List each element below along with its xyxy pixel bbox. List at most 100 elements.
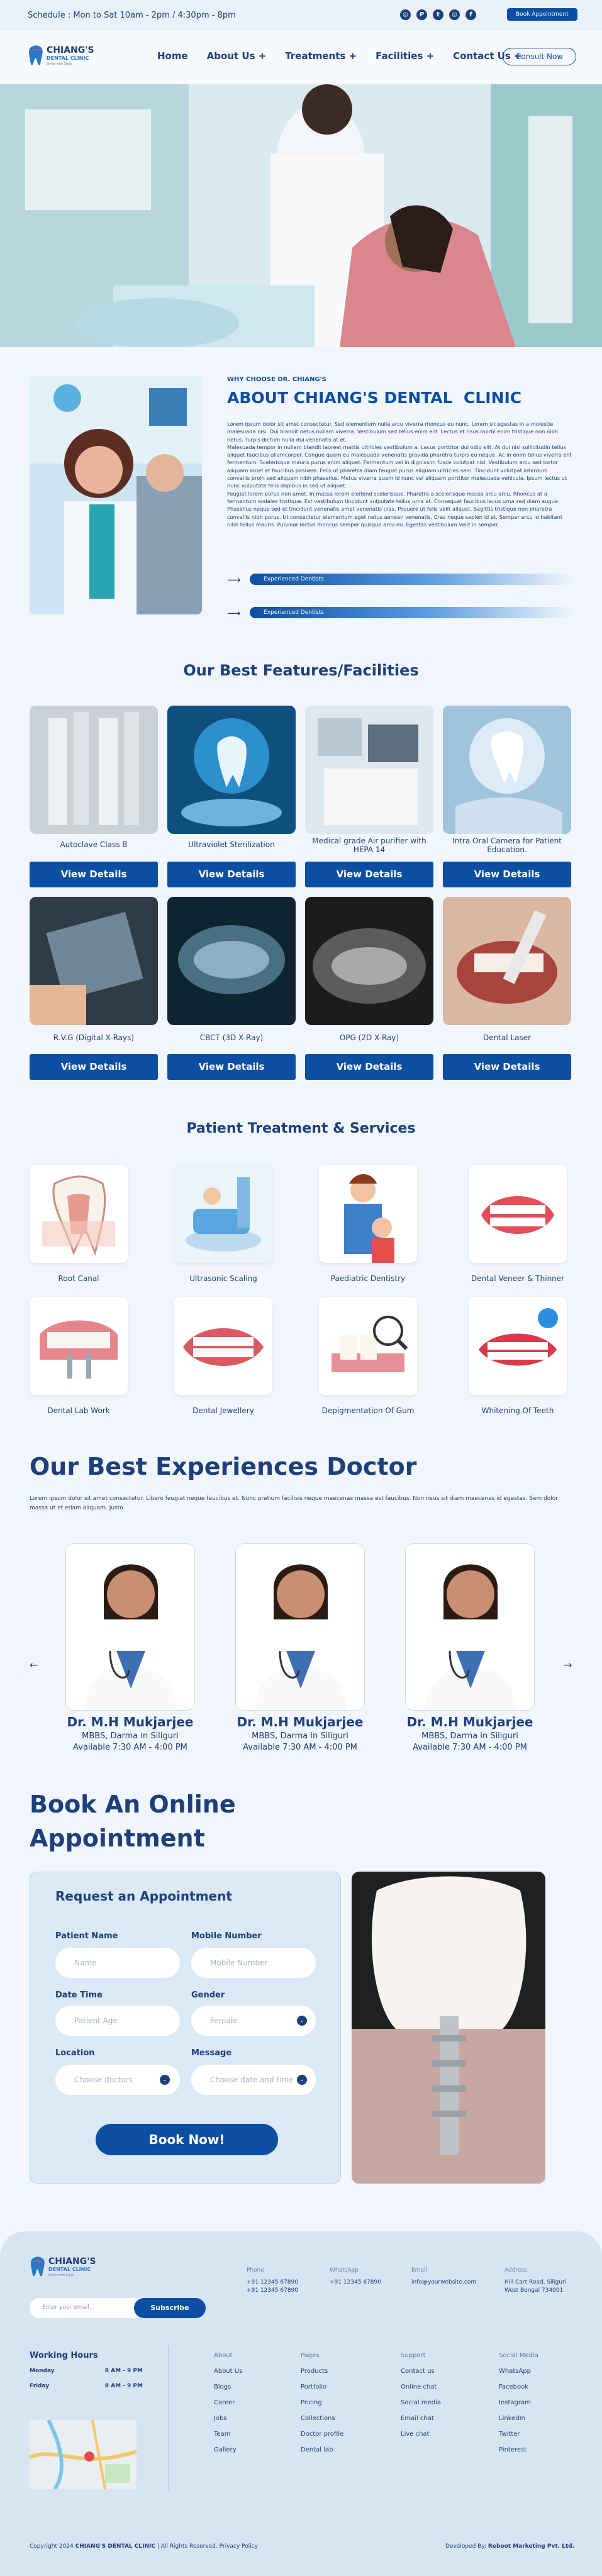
view-details-button[interactable]: View Details xyxy=(167,1054,296,1080)
contact-value[interactable]: info@yourwebsite.com xyxy=(411,2279,476,2287)
booking-title: Book An Online Appointment xyxy=(30,1787,236,1855)
logo[interactable]: CHIANG'S DENTAL CLINIC Smile with Style xyxy=(28,45,97,70)
footer-link[interactable]: Career xyxy=(214,2399,242,2406)
footer-link[interactable]: Twitter xyxy=(499,2431,538,2438)
service-caption: Ultrasonic Scaling xyxy=(189,1274,257,1283)
chevron-down-icon[interactable]: ⌄ xyxy=(297,2075,307,2085)
contact-value[interactable]: +91 12345 67890 xyxy=(247,2287,298,2295)
nav-about[interactable]: About Us + xyxy=(207,50,267,62)
service-image-veneer xyxy=(469,1165,567,1263)
footer-link[interactable]: Doctor profile xyxy=(301,2431,343,2438)
service-image-paediatric xyxy=(319,1165,417,1263)
contact-heading: Address xyxy=(504,2267,527,2273)
subscribe-button[interactable]: Subscribe xyxy=(134,2298,206,2318)
chevron-down-icon[interactable]: ⌄ xyxy=(160,2075,170,2085)
arrow-right-icon: ⟶ xyxy=(227,608,241,619)
date-time-input[interactable]: Patient Age xyxy=(55,2006,180,2036)
footer-link[interactable]: Pricing xyxy=(301,2399,343,2406)
feature-image-cbct xyxy=(167,897,296,1025)
feature-image-air-purifier xyxy=(305,706,433,834)
logo-tag: Smile with Style xyxy=(47,62,72,66)
doctor-degree: MBBS, Darma in Siliguri xyxy=(252,1731,348,1741)
footer-link[interactable]: Social media xyxy=(401,2399,441,2406)
carousel-prev-button[interactable]: ← xyxy=(30,1659,38,1671)
view-details-button[interactable]: View Details xyxy=(167,862,296,887)
doctor-card-photo[interactable] xyxy=(405,1543,535,1711)
doctor-card-photo[interactable] xyxy=(65,1543,195,1711)
view-details-button[interactable]: View Details xyxy=(443,862,571,887)
view-details-button[interactable]: View Details xyxy=(305,862,433,887)
doctor-degree: MBBS, Darma in Siliguri xyxy=(421,1731,518,1741)
contact-value[interactable]: +91 12345 67890 xyxy=(247,2279,298,2287)
copyright-post[interactable]: | All Rights Reserved. Privacy Policy xyxy=(157,2543,258,2550)
book-now-button[interactable]: Book Now! xyxy=(96,2124,278,2155)
footer-link[interactable]: Team xyxy=(214,2431,242,2438)
pinterest-icon[interactable]: P xyxy=(416,9,427,20)
developer-credit: Developed By: Reboot Marketing Pvt. Ltd. xyxy=(445,2543,574,2550)
footer-link[interactable]: Facebook xyxy=(499,2384,538,2390)
footer-link[interactable]: Instagram xyxy=(499,2399,538,2406)
footer-link[interactable]: WhatsApp xyxy=(499,2368,538,2375)
feature-caption: Autoclave Class B xyxy=(60,840,128,849)
view-details-button[interactable]: View Details xyxy=(305,1054,433,1080)
hours-time: 8 AM - 9 PM xyxy=(104,2383,143,2389)
footer-link[interactable]: Gallery xyxy=(214,2446,242,2453)
nav-treatments[interactable]: Treatments + xyxy=(285,50,357,62)
carousel-next-button[interactable]: → xyxy=(564,1659,572,1671)
nav-home[interactable]: Home xyxy=(157,50,188,62)
hours-row: Friday 8 AM - 9 PM xyxy=(30,2383,143,2389)
footer-link[interactable]: Pinterest xyxy=(499,2446,538,2453)
view-details-button[interactable]: View Details xyxy=(443,1054,571,1080)
footer-link[interactable]: Email chat xyxy=(401,2415,441,2422)
book-appointment-button[interactable]: Book Appointment xyxy=(507,8,577,21)
footer-link[interactable]: LinkedIn xyxy=(499,2415,538,2422)
doctor-degree: MBBS, Darma in Siliguri xyxy=(82,1731,179,1741)
about-text: Lorem ipsum dolor sit amet consectetur. … xyxy=(227,420,572,528)
doctor-availability: Available 7:30 AM - 4:00 PM xyxy=(413,1743,527,1752)
instagram-icon[interactable]: ◎ xyxy=(400,9,411,20)
patient-name-input[interactable]: Name xyxy=(55,1948,180,1978)
twitter-icon[interactable]: t xyxy=(433,9,443,20)
footer-link[interactable]: Dental lab xyxy=(301,2446,343,2453)
appointment-form: Request an Appointment Patient Name Name… xyxy=(30,1872,341,2184)
services-title: Patient Treatment & Services xyxy=(186,1121,416,1136)
footer-logo-tag: Smile with Style xyxy=(48,2273,74,2277)
nav-facilities[interactable]: Facilities + xyxy=(376,50,434,62)
pill-label: Experienced Dentists xyxy=(250,607,573,618)
footer-link[interactable]: Live chat xyxy=(401,2431,441,2438)
footer-link[interactable]: Portfolio xyxy=(301,2384,343,2390)
location-map[interactable] xyxy=(30,2420,137,2489)
field-label: Mobile Number xyxy=(191,1931,262,1941)
about-pill-1: ⟶ Experienced Dentists xyxy=(227,572,573,586)
footer-logo[interactable]: CHIANG'S DENTAL CLINIC Smile with Style xyxy=(30,2257,118,2282)
footer-link[interactable]: Products xyxy=(301,2368,343,2375)
about-eyebrow: WHY CHOOSE DR. CHIANG'S xyxy=(227,376,326,383)
about-para-2: Malesuada tempor in nullam blandit laore… xyxy=(227,443,572,489)
footer-col-heading: About xyxy=(214,2352,233,2359)
developer-brand[interactable]: Reboot Marketing Pvt. Ltd. xyxy=(488,2543,574,2550)
footer-link[interactable]: Jobs xyxy=(214,2415,242,2422)
working-hours: Working Hours Monday 8 AM - 9 PM Friday 8 … xyxy=(30,2351,143,2389)
view-details-button[interactable]: View Details xyxy=(30,1054,158,1080)
footer-col-heading: Social Media xyxy=(499,2352,538,2359)
footer-link[interactable]: Blogs xyxy=(214,2384,242,2390)
view-details-button[interactable]: View Details xyxy=(30,862,158,887)
chevron-down-icon[interactable]: ⌄ xyxy=(297,2016,307,2026)
doctor-card-photo[interactable] xyxy=(235,1543,365,1711)
footer-link[interactable]: Contact us xyxy=(401,2368,441,2375)
about-title: ABOUT CHIANG'S DENTAL CLINIC xyxy=(227,389,522,407)
booking-title-line-2: Appointment xyxy=(30,1824,205,1852)
facebook-icon[interactable]: f xyxy=(465,9,476,20)
instagram-icon[interactable]: ◎ xyxy=(449,9,460,20)
mobile-number-input[interactable]: Mobile Number xyxy=(191,1948,316,1978)
footer-link[interactable]: About Us xyxy=(214,2368,242,2375)
contact-value[interactable]: +91 12345 67890 xyxy=(330,2279,381,2287)
subscribe-email-input[interactable]: Enter your email... xyxy=(42,2304,95,2311)
contact-value: West Bengal 734001 xyxy=(504,2287,564,2294)
consult-now-button[interactable]: Consult Now xyxy=(503,48,577,65)
footer-link[interactable]: Online chat xyxy=(401,2384,441,2390)
feature-caption: R.V.G (Digital X-Rays) xyxy=(53,1033,135,1042)
copyright-brand: CHIANG'S DENTAL CLINIC xyxy=(75,2543,155,2550)
footer-link[interactable]: Collections xyxy=(301,2415,343,2422)
service-image-jewellery xyxy=(174,1297,272,1395)
